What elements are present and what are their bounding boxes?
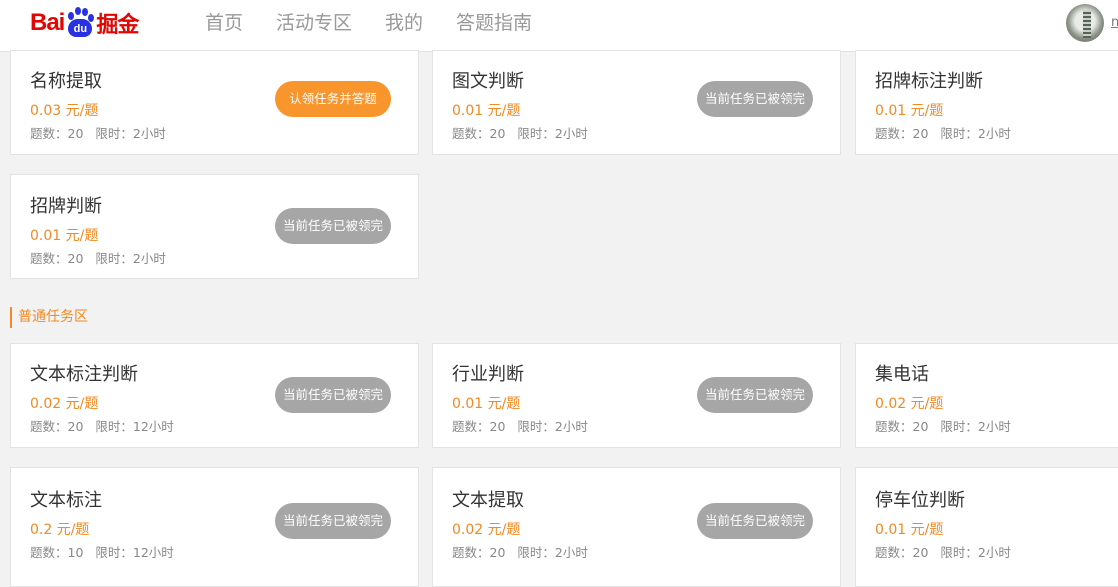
nav-home[interactable]: 首页 — [205, 10, 243, 36]
task-claimed-button[interactable]: 当前任务已被领完 — [275, 503, 391, 539]
task-card[interactable]: 招牌判断 0.01 元/题 题数：20 限时：2小时 当前任务已被领完 — [10, 174, 419, 279]
username-link[interactable]: n — [1111, 15, 1118, 30]
task-card[interactable]: 集电话 0.02 元/题 题数：20 限时：2小时 — [855, 343, 1118, 448]
task-count: 题数：20 — [30, 251, 84, 266]
task-title: 集电话 — [875, 364, 929, 385]
task-price: 0.02 元/题 — [30, 396, 99, 412]
task-meta: 题数：20 限时：2小时 — [452, 542, 588, 561]
task-title: 招牌判断 — [30, 196, 102, 217]
task-card[interactable]: 文本标注 0.2 元/题 题数：10 限时：12小时 当前任务已被领完 — [10, 467, 419, 587]
task-time-limit: 限时：2小时 — [940, 419, 1011, 434]
task-card[interactable]: 文本提取 0.02 元/题 题数：20 限时：2小时 当前任务已被领完 — [432, 467, 841, 587]
task-price: 0.01 元/题 — [875, 522, 944, 538]
task-title: 文本标注 — [30, 490, 102, 511]
task-title: 招牌标注判断 — [875, 71, 983, 92]
task-card[interactable]: 图文判断 0.01 元/题 题数：20 限时：2小时 当前任务已被领完 — [432, 50, 841, 155]
task-card[interactable]: 名称提取 0.03 元/题 题数：20 限时：2小时 认领任务并答题 — [10, 50, 419, 155]
avatar[interactable] — [1066, 4, 1104, 42]
task-meta: 题数：10 限时：12小时 — [30, 542, 174, 561]
task-meta: 题数：20 限时：2小时 — [875, 416, 1011, 435]
task-count: 题数：20 — [30, 126, 84, 141]
task-meta: 题数：20 限时：2小时 — [875, 123, 1011, 142]
task-time-limit: 限时：12小时 — [95, 419, 174, 434]
nav-mine[interactable]: 我的 — [385, 10, 423, 36]
task-title: 行业判断 — [452, 364, 524, 385]
task-price: 0.01 元/题 — [452, 396, 521, 412]
task-title: 文本标注判断 — [30, 364, 138, 385]
task-time-limit: 限时：2小时 — [95, 251, 166, 266]
nav-guide[interactable]: 答题指南 — [456, 10, 532, 36]
top-bar: Bai du 掘金 首页 活动专区 我的 答题指南 n — [0, 0, 1118, 52]
task-meta: 题数：20 限时：2小时 — [875, 542, 1011, 561]
task-title: 停车位判断 — [875, 490, 965, 511]
task-count: 题数：20 — [30, 419, 84, 434]
task-time-limit: 限时：2小时 — [517, 126, 588, 141]
task-card[interactable]: 文本标注判断 0.02 元/题 题数：20 限时：12小时 当前任务已被领完 — [10, 343, 419, 448]
task-time-limit: 限时：12小时 — [95, 545, 174, 560]
task-time-limit: 限时：2小时 — [517, 419, 588, 434]
task-card[interactable]: 行业判断 0.01 元/题 题数：20 限时：2小时 当前任务已被领完 — [432, 343, 841, 448]
claim-task-button[interactable]: 认领任务并答题 — [275, 81, 391, 117]
task-price: 0.03 元/题 — [30, 103, 99, 119]
task-meta: 题数：20 限时：2小时 — [452, 416, 588, 435]
task-price: 0.01 元/题 — [875, 103, 944, 119]
task-count: 题数：20 — [875, 419, 929, 434]
task-count: 题数：20 — [452, 126, 506, 141]
task-price: 0.2 元/题 — [30, 522, 90, 538]
task-title: 文本提取 — [452, 490, 524, 511]
task-claimed-button[interactable]: 当前任务已被领完 — [697, 377, 813, 413]
task-claimed-button[interactable]: 当前任务已被领完 — [275, 208, 391, 244]
task-count: 题数：10 — [30, 545, 84, 560]
task-card[interactable]: 招牌标注判断 0.01 元/题 题数：20 限时：2小时 — [855, 50, 1118, 155]
logo-text-bai: Bai — [30, 9, 65, 36]
task-meta: 题数：20 限时：12小时 — [30, 416, 174, 435]
main-nav: 首页 活动专区 我的 答题指南 — [205, 10, 565, 36]
task-time-limit: 限时：2小时 — [940, 545, 1011, 560]
task-card[interactable]: 停车位判断 0.01 元/题 题数：20 限时：2小时 — [855, 467, 1118, 587]
task-price: 0.02 元/题 — [452, 522, 521, 538]
task-meta: 题数：20 限时：2小时 — [452, 123, 588, 142]
nav-activities[interactable]: 活动专区 — [276, 10, 352, 36]
task-count: 题数：20 — [452, 545, 506, 560]
task-time-limit: 限时：2小时 — [95, 126, 166, 141]
logo-text-jue: 掘金 — [96, 13, 139, 38]
task-meta: 题数：20 限时：2小时 — [30, 123, 166, 142]
task-count: 题数：20 — [875, 545, 929, 560]
task-count: 题数：20 — [875, 126, 929, 141]
task-time-limit: 限时：2小时 — [517, 545, 588, 560]
task-count: 题数：20 — [452, 419, 506, 434]
task-title: 名称提取 — [30, 71, 102, 92]
task-price: 0.01 元/题 — [30, 228, 99, 244]
baidu-logo[interactable]: Bai du 掘金 — [30, 6, 139, 40]
task-price: 0.01 元/题 — [452, 103, 521, 119]
task-meta: 题数：20 限时：2小时 — [30, 248, 166, 267]
task-claimed-button[interactable]: 当前任务已被领完 — [697, 81, 813, 117]
task-title: 图文判断 — [452, 71, 524, 92]
task-price: 0.02 元/题 — [875, 396, 944, 412]
task-claimed-button[interactable]: 当前任务已被领完 — [697, 503, 813, 539]
task-claimed-button[interactable]: 当前任务已被领完 — [275, 377, 391, 413]
section-title-normal: 普通任务区 — [10, 307, 88, 328]
paw-icon: du — [65, 7, 95, 39]
task-time-limit: 限时：2小时 — [940, 126, 1011, 141]
